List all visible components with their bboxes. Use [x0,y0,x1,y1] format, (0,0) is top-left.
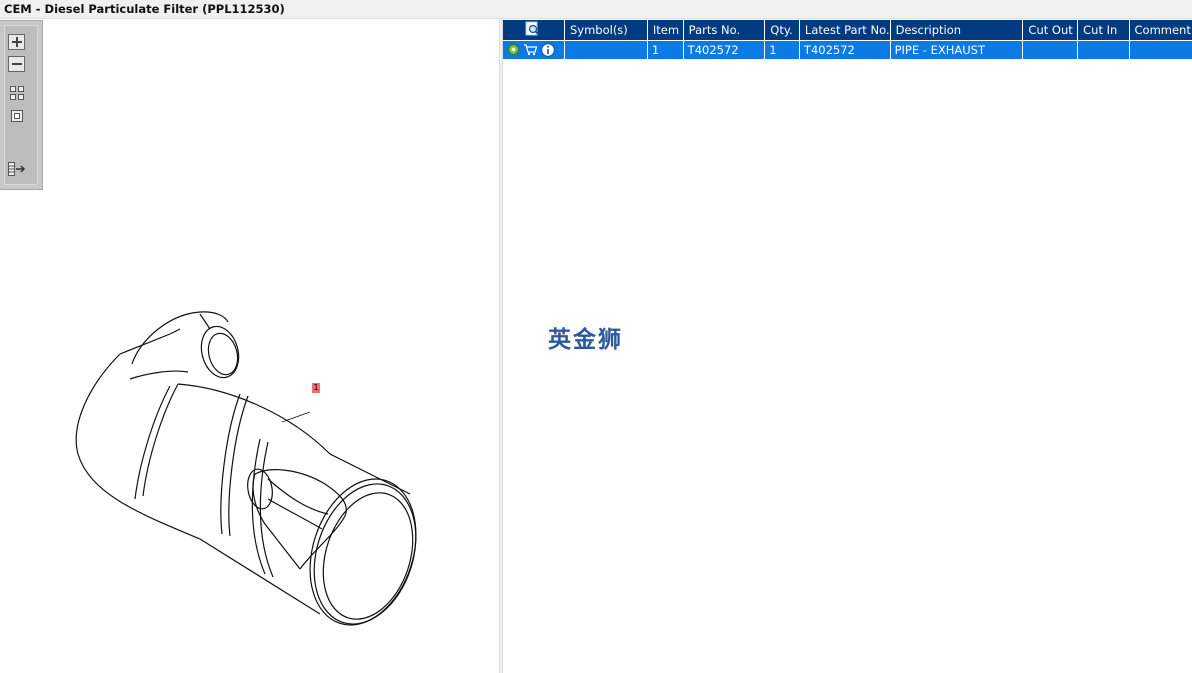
table-header-row: Symbol(s) Item Parts No. Qty. Latest Par… [503,20,1192,40]
watermark-text: 英金狮 [548,327,623,353]
cell-latest-part-no: T402572 [799,39,891,59]
callout-label[interactable]: 1 [312,383,320,393]
cell-cut-out [1022,39,1079,59]
table-row[interactable]: 1 T402572 1 T402572 PIPE - EXHAUST [503,39,1192,59]
column-header-latest-part-no[interactable]: Latest Part No. [799,20,891,40]
column-header-cut-in[interactable]: Cut In [1077,20,1130,40]
column-header-description[interactable]: Description [890,20,1024,40]
fit-window-icon[interactable] [7,107,27,125]
info-icon[interactable] [541,42,555,57]
exhaust-pipe-drawing[interactable] [60,284,440,629]
column-header-cut-out[interactable]: Cut Out [1022,20,1079,40]
cell-parts-no: T402572 [683,39,766,59]
drawing-pane[interactable]: 1 [0,19,499,673]
cell-symbols [564,39,648,59]
column-header-qty[interactable]: Qty. [764,20,800,40]
toggle-panel-icon[interactable] [7,160,27,178]
zoom-toolbar [0,20,43,190]
column-header-symbols[interactable]: Symbol(s) [564,20,648,40]
row-action-icons [503,39,565,59]
cell-comment [1129,39,1192,59]
window-titlebar: CEM - Diesel Particulate Filter (PPL1125… [0,0,1192,19]
column-header-item[interactable]: Item [647,20,684,40]
zoom-out-icon[interactable] [7,55,27,73]
cell-item: 1 [647,39,684,59]
column-header-parts-no[interactable]: Parts No. [683,20,766,40]
cart-icon[interactable] [523,43,538,56]
cell-cut-in [1077,39,1130,59]
column-header-search[interactable] [503,20,565,40]
window-title: CEM - Diesel Particulate Filter (PPL1125… [4,2,285,16]
search-document-icon [525,21,541,36]
cell-description: PIPE - EXHAUST [890,39,1024,59]
fit-all-icon[interactable] [7,84,27,102]
parts-table: Symbol(s) Item Parts No. Qty. Latest Par… [503,20,1192,59]
column-header-comment[interactable]: Comment [1129,20,1192,40]
gear-icon[interactable] [507,43,520,56]
cell-qty: 1 [764,39,800,59]
parts-list-pane: Symbol(s) Item Parts No. Qty. Latest Par… [503,19,1192,673]
zoom-in-icon[interactable] [7,33,27,51]
